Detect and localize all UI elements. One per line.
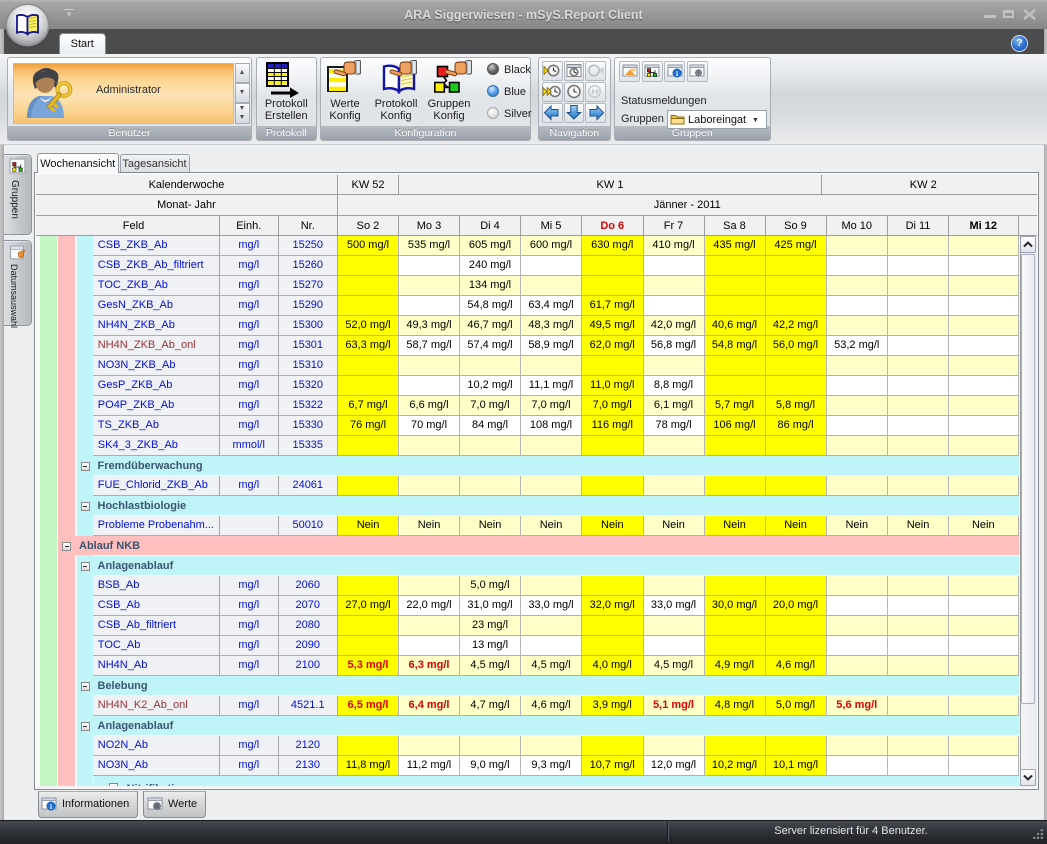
svg-text:i: i (675, 69, 677, 78)
svg-text:i: i (50, 802, 52, 811)
